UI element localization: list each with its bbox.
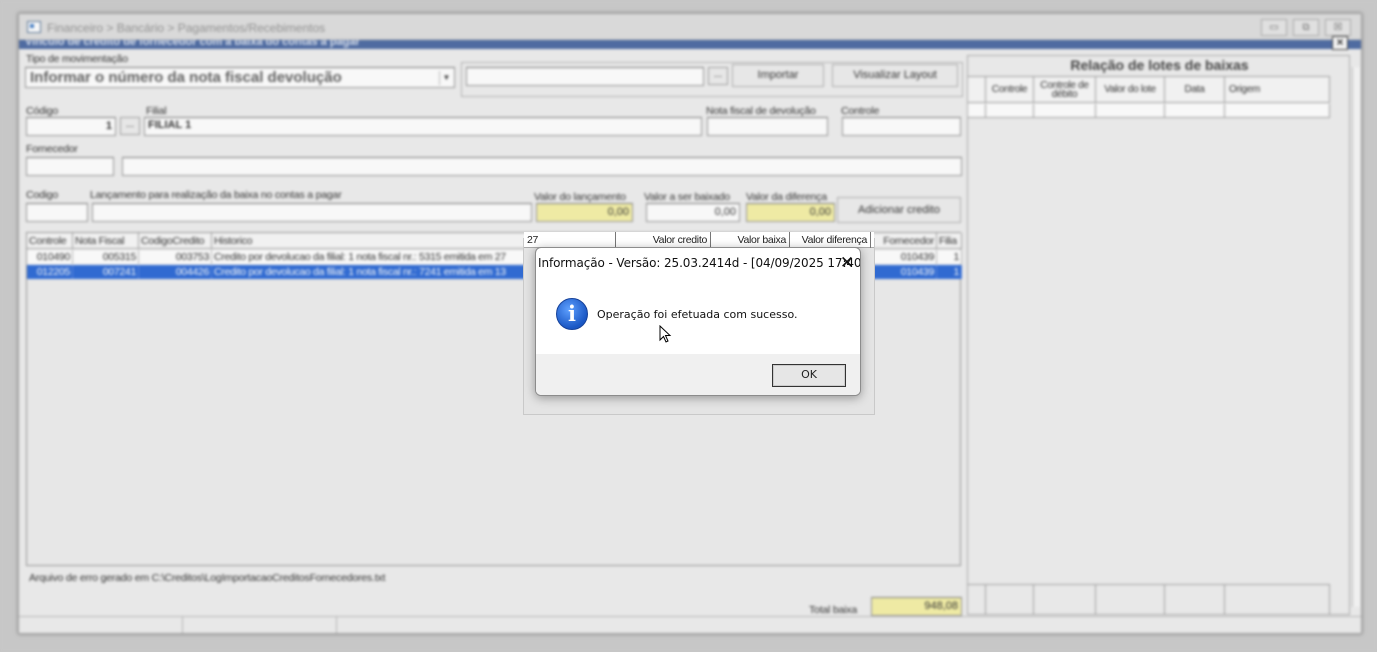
close-icon[interactable]: ✕ bbox=[836, 252, 858, 274]
dialog-title: Informação - Versão: 25.03.2414d - [04/0… bbox=[538, 256, 861, 270]
dialog-underlay-strip: 27 Valor credito Valor baixa Valor difer… bbox=[524, 232, 874, 248]
mouse-pointer-icon bbox=[659, 325, 672, 343]
dialog-message: Operação foi efetuada com sucesso. bbox=[597, 308, 798, 321]
ok-button[interactable]: OK bbox=[772, 364, 846, 387]
strip-cell: Valor credito bbox=[616, 232, 711, 248]
strip-cell: Valor diferença bbox=[790, 232, 871, 248]
information-icon: i bbox=[556, 298, 588, 330]
information-dialog: Informação - Versão: 25.03.2414d - [04/0… bbox=[535, 247, 861, 396]
strip-cell: Valor baixa bbox=[711, 232, 790, 248]
strip-cell: 27 bbox=[524, 232, 616, 248]
